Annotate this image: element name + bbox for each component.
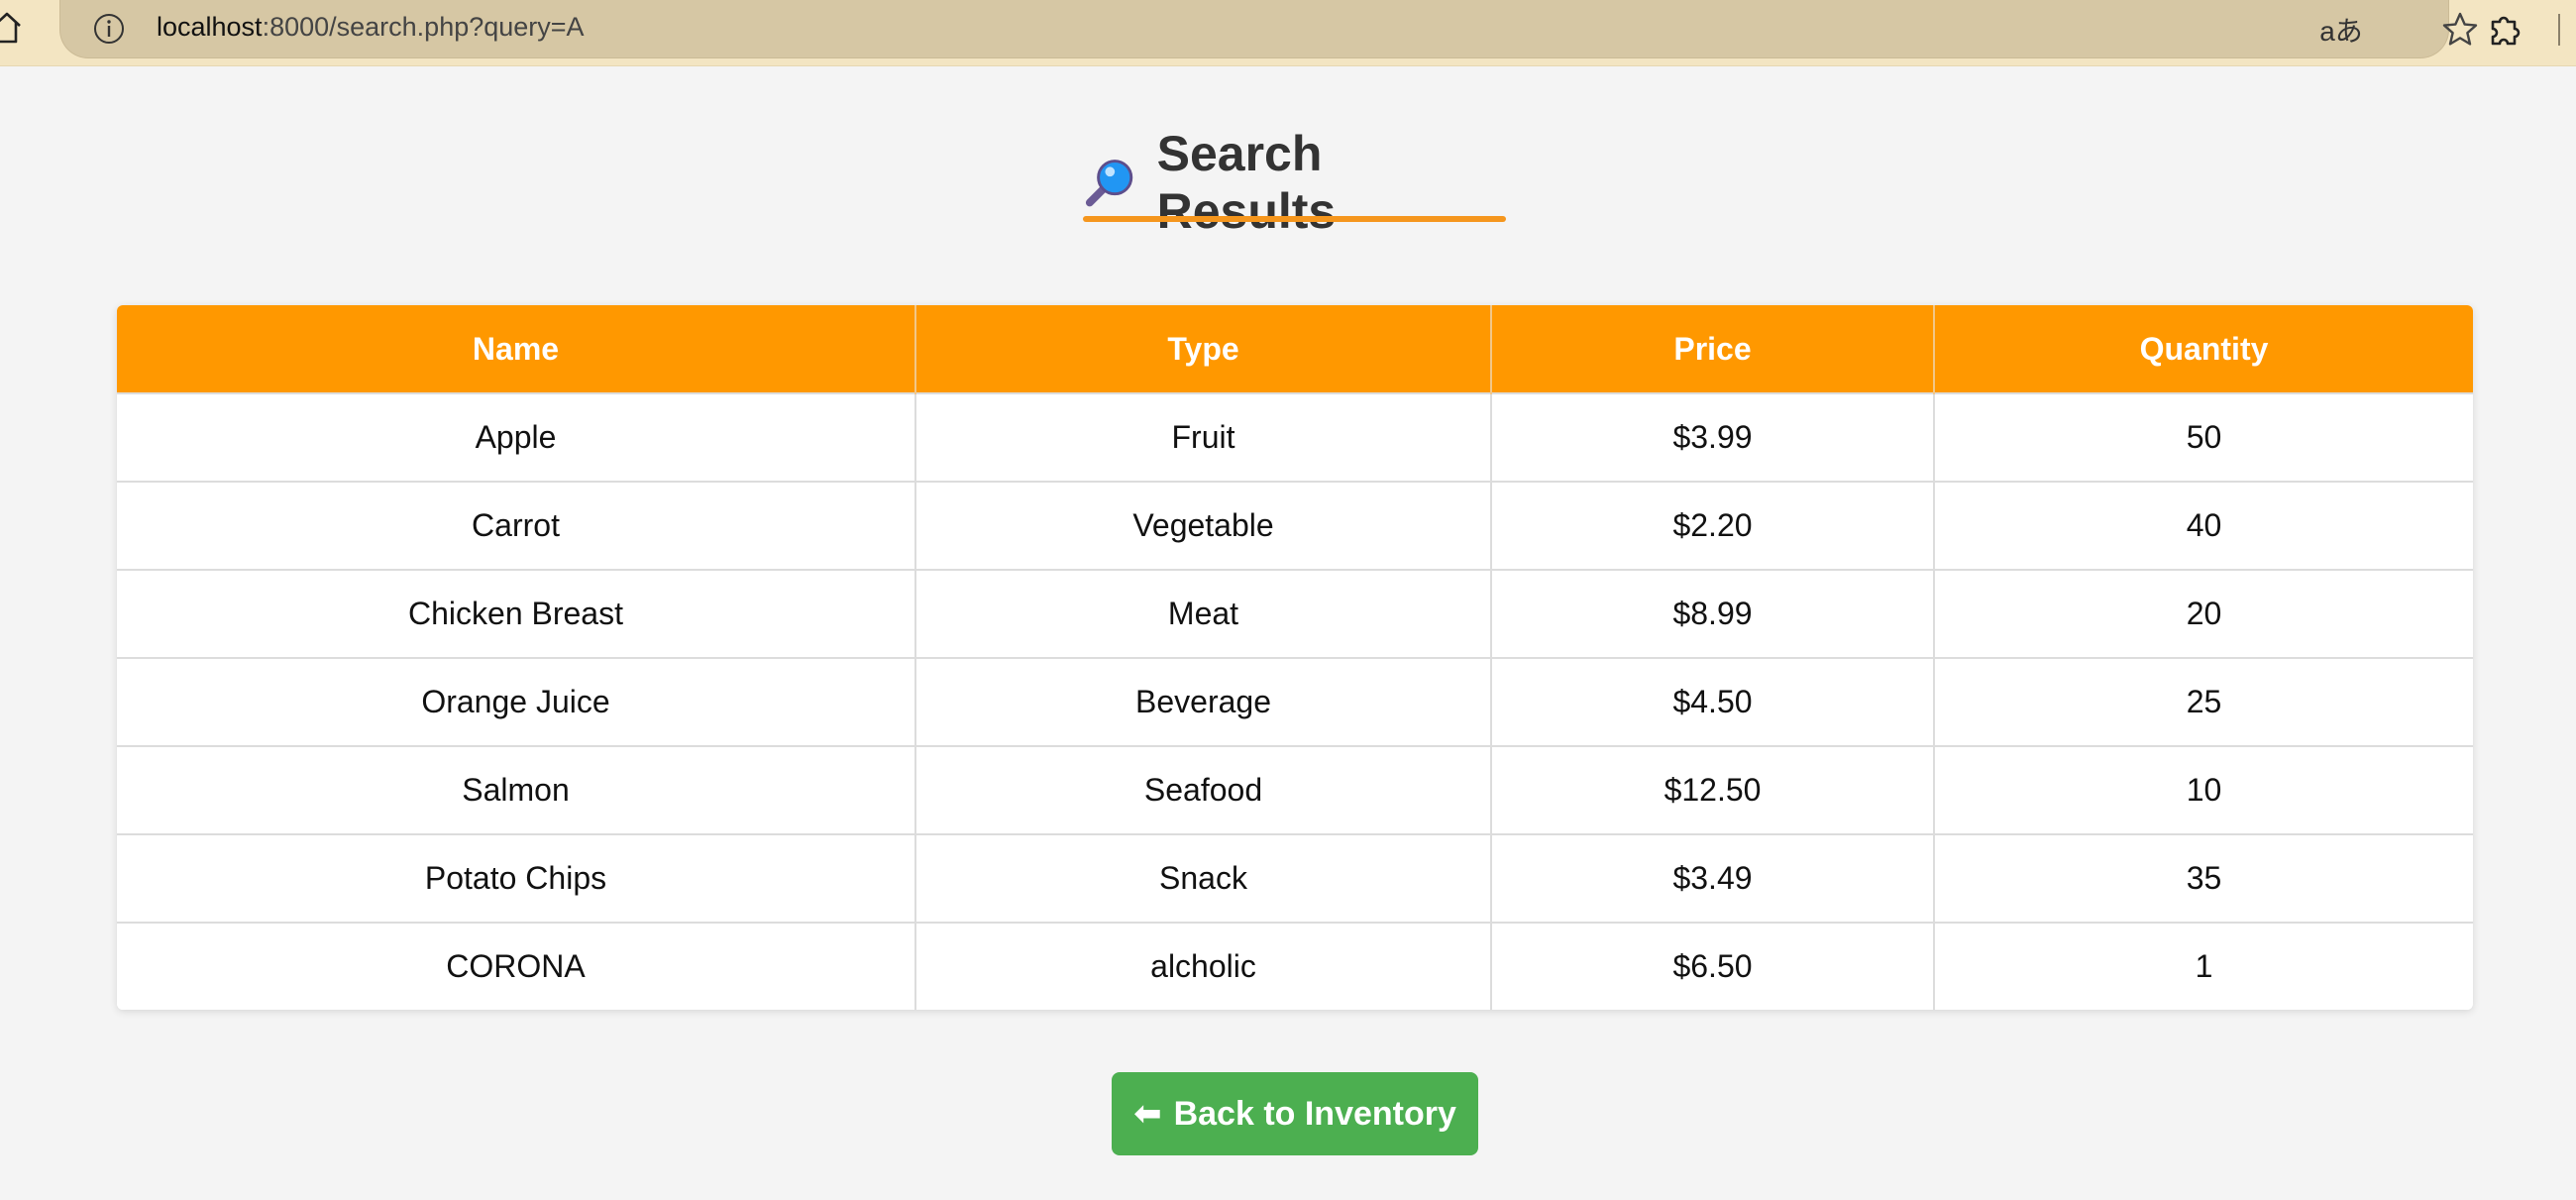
toolbar-divider — [2558, 14, 2560, 46]
page-title: Search Results — [1083, 126, 1506, 239]
cell-name: Orange Juice — [117, 657, 916, 746]
column-header-type: Type — [915, 305, 1492, 393]
cell-price: $6.50 — [1491, 922, 1935, 1010]
site-info-icon[interactable] — [90, 10, 128, 48]
cell-name: Potato Chips — [117, 833, 916, 923]
browser-toolbar: localhost:8000/search.php?query=A aあ — [0, 0, 2576, 66]
table-row: Chicken Breast Meat $8.99 20 — [117, 569, 2473, 658]
cell-name: CORONA — [117, 922, 916, 1010]
cell-type: Beverage — [915, 657, 1492, 746]
table-row: CORONA alcholic $6.50 1 — [117, 922, 2473, 1010]
title-underline — [1083, 216, 1506, 222]
cell-quantity: 25 — [1934, 657, 2473, 746]
cell-type: Seafood — [915, 745, 1492, 834]
cell-quantity: 40 — [1934, 481, 2473, 570]
table-header-row: Name Type Price Quantity — [117, 305, 2473, 393]
cell-type: Snack — [915, 833, 1492, 923]
column-header-name: Name — [117, 305, 916, 393]
cell-price: $3.99 — [1491, 392, 1935, 482]
home-icon[interactable] — [0, 10, 22, 46]
cell-price: $12.50 — [1491, 745, 1935, 834]
column-header-quantity: Quantity — [1934, 305, 2473, 393]
magnifying-glass-icon — [1085, 160, 1133, 207]
cell-type: Vegetable — [915, 481, 1492, 570]
back-to-inventory-button[interactable]: ⬅ Back to Inventory — [1112, 1072, 1478, 1155]
arrow-left-icon: ⬅ — [1133, 1095, 1162, 1133]
cell-quantity: 20 — [1934, 569, 2473, 658]
read-aloud-icon[interactable]: aあ — [2319, 10, 2363, 48]
results-table: Name Type Price Quantity Apple Fruit $3.… — [117, 305, 2473, 1010]
cell-type: alcholic — [915, 922, 1492, 1010]
url-text[interactable]: localhost:8000/search.php?query=A — [157, 12, 585, 43]
page-title-text: Search Results — [1156, 126, 1337, 239]
table-row: Orange Juice Beverage $4.50 25 — [117, 657, 2473, 746]
back-button-label: Back to Inventory — [1173, 1094, 1456, 1133]
cell-price: $4.50 — [1491, 657, 1935, 746]
cell-name: Carrot — [117, 481, 916, 570]
cell-price: $2.20 — [1491, 481, 1935, 570]
cell-quantity: 50 — [1934, 392, 2473, 482]
cell-price: $3.49 — [1491, 833, 1935, 923]
favorite-star-icon[interactable] — [2440, 10, 2480, 50]
table-row: Salmon Seafood $12.50 10 — [117, 745, 2473, 834]
address-bar[interactable]: localhost:8000/search.php?query=A aあ — [59, 0, 2478, 58]
column-header-price: Price — [1491, 305, 1935, 393]
cell-name: Chicken Breast — [117, 569, 916, 658]
url-host: localhost — [157, 12, 263, 42]
page-heading: Search Results — [1083, 126, 1506, 239]
cell-price: $8.99 — [1491, 569, 1935, 658]
cell-quantity: 35 — [1934, 833, 2473, 923]
extensions-puzzle-icon[interactable] — [2485, 8, 2526, 50]
cell-name: Apple — [117, 392, 916, 482]
cell-type: Meat — [915, 569, 1492, 658]
table-row: Apple Fruit $3.99 50 — [117, 392, 2473, 482]
cell-quantity: 1 — [1934, 922, 2473, 1010]
table-row: Carrot Vegetable $2.20 40 — [117, 481, 2473, 570]
url-path: :8000/search.php?query=A — [262, 12, 585, 42]
table-row: Potato Chips Snack $3.49 35 — [117, 833, 2473, 923]
cell-type: Fruit — [915, 392, 1492, 482]
cell-quantity: 10 — [1934, 745, 2473, 834]
cell-name: Salmon — [117, 745, 916, 834]
